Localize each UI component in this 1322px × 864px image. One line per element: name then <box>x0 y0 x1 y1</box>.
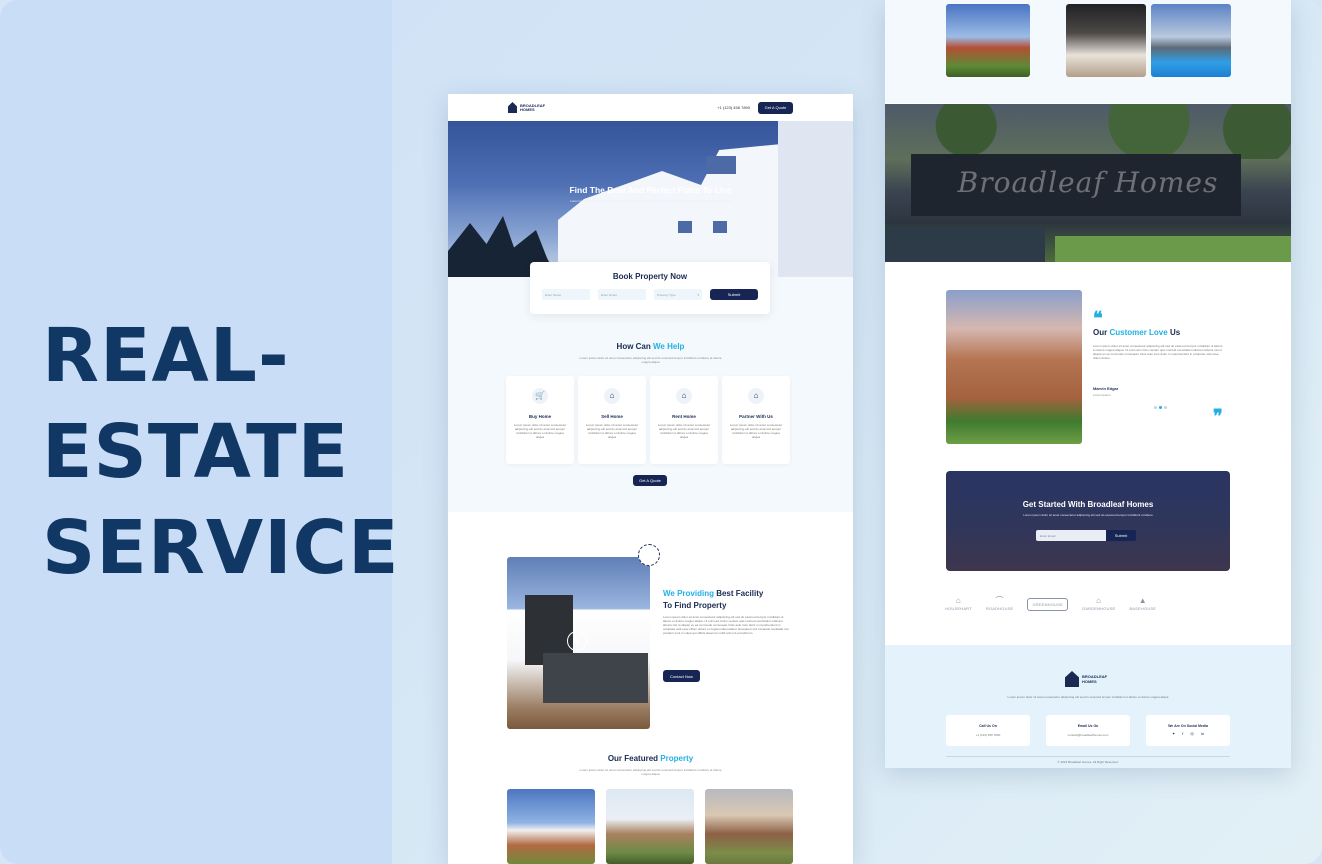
rotating-badge <box>638 544 660 566</box>
house-icon: ⌂ <box>955 596 961 605</box>
name-field[interactable]: Enter Name <box>542 289 590 300</box>
nav-phone[interactable]: +1 (123) 456 7890 <box>717 105 750 110</box>
title-line-3: SERVICE <box>42 505 400 591</box>
sell-home-icon: ⌂ <box>604 388 620 404</box>
property-thumb-2[interactable] <box>1066 4 1146 77</box>
contact-now-button[interactable]: Contact Now <box>663 670 700 682</box>
house-logo-icon <box>508 102 517 113</box>
modern-house-image: ▶ <box>507 557 650 729</box>
linkedin-icon[interactable]: in <box>1201 732 1204 736</box>
property-card-3[interactable] <box>705 789 793 864</box>
email-field[interactable]: Enter Email <box>598 289 646 300</box>
service-desc: Lorem ipsum dolor sit amet consectetur a… <box>513 423 567 439</box>
brand-banner: Broadleaf Homes <box>885 104 1291 262</box>
help-subtitle: Lorem ipsum dolor sit amet consectetur a… <box>579 356 722 364</box>
hero-title: Find The Best And Perfect Place To Live <box>569 185 732 195</box>
cta-subtitle: Lorem ipsum dolor sit amet consectetur a… <box>1023 513 1153 517</box>
partner-logos: ⌂ HOUSEHART ⌒ ROADHOUSE GREENHOUSE ⌂ GARDEN… <box>945 596 1157 612</box>
get-quote-button[interactable]: Get A Quote <box>633 475 667 486</box>
cta-submit-button[interactable]: Submit <box>1106 530 1136 541</box>
service-desc: Lorem ipsum dolor sit amet consectetur a… <box>657 423 711 439</box>
brand-logo-1: ⌂ HOUSEHART <box>945 596 972 612</box>
landing-page-mockup: BROADLEAF HOMES +1 (123) 456 7890 Get A Q… <box>448 94 853 864</box>
footer-description: Lorem ipsum dolor sit amet consectetur a… <box>1007 695 1169 699</box>
featured-subtitle: Lorem ipsum dolor sit amet consectetur a… <box>579 768 722 776</box>
service-card-sell[interactable]: ⌂ Sell Home Lorem ipsum dolor sit amet c… <box>578 376 646 464</box>
property-card-1[interactable] <box>507 789 595 864</box>
hero-subtitle: Lorem ipsum dolor sit amet consectetur a… <box>570 199 731 203</box>
open-quote-icon: ❝ <box>1093 308 1103 329</box>
facebook-icon[interactable]: f <box>1182 732 1183 736</box>
service-title: Rent Home <box>672 414 696 419</box>
testimonial-house-image <box>946 290 1082 444</box>
social-card: We Are On Social Media ✦ f ◎ in <box>1146 715 1230 746</box>
carousel-dots <box>1154 406 1167 409</box>
service-title: Sell Home <box>601 414 623 419</box>
cta-email-input[interactable]: Enter Email <box>1036 530 1106 541</box>
property-type-select[interactable]: Property Type ▾ <box>654 289 702 300</box>
arch-icon: ⌒ <box>995 596 1004 605</box>
testimonial-role: Lorem Ipsum <box>1093 393 1111 397</box>
testimonial-title: Our Customer Love Us <box>1093 328 1181 337</box>
call-card[interactable]: Call Us On +1 (123) 456 7890 <box>946 715 1030 746</box>
footer: BROADLEAF HOMES Lorem ipsum dolor sit ame… <box>885 645 1291 768</box>
play-icon[interactable]: ▶ <box>567 631 587 651</box>
title-line-1: REAL- <box>42 313 290 399</box>
cta-section: Get Started With Broadleaf Homes Lorem i… <box>946 471 1230 571</box>
rent-home-icon: ⌂ <box>676 388 692 404</box>
chevron-down-icon: ▾ <box>697 292 699 297</box>
nav-quote-button[interactable]: Get A Quote <box>758 101 793 114</box>
testimonial-text: Lorem ipsum dolor sit amet consectetur a… <box>1093 344 1223 360</box>
page-title: REAL- ESTATE SERVICE <box>42 308 400 596</box>
property-card-2[interactable] <box>606 789 694 864</box>
brand-logo-4: ⌂ GARDENHOUSE <box>1081 596 1116 612</box>
facility-title: We Providing Best Facility To Find Proper… <box>663 589 764 610</box>
testimonial-name: Marvin Edgar <box>1093 386 1119 391</box>
partner-icon: ⌂ <box>748 388 764 404</box>
booking-form: Book Property Now Enter Name Enter Email… <box>530 262 770 314</box>
navbar: BROADLEAF HOMES +1 (123) 456 7890 Get A Q… <box>448 94 853 121</box>
cart-icon: 🛒 <box>532 388 548 404</box>
close-quote-icon: ❞ <box>1213 406 1223 427</box>
help-title: How Can We Help <box>616 342 685 351</box>
service-card-rent[interactable]: ⌂ Rent Home Lorem ipsum dolor sit amet c… <box>650 376 718 464</box>
service-card-buy[interactable]: 🛒 Buy Home Lorem ipsum dolor sit amet co… <box>506 376 574 464</box>
service-title: Partner With Us <box>739 414 773 419</box>
cta-title: Get Started With Broadleaf Homes <box>1022 500 1154 509</box>
brand-logo-3: GREENHOUSE <box>1027 597 1068 611</box>
hero-section: Find The Best And Perfect Place To Live … <box>448 121 853 277</box>
footer-divider <box>946 756 1230 757</box>
instagram-icon[interactable]: ◎ <box>1190 732 1194 736</box>
carousel-dot-active[interactable] <box>1159 406 1162 409</box>
logo-text-line2: HOMES <box>520 106 535 112</box>
property-thumb-1[interactable] <box>946 4 1030 77</box>
featured-title: Our Featured Property <box>607 754 694 763</box>
booking-submit-button[interactable]: Submit <box>710 289 758 300</box>
service-cards: 🛒 Buy Home Lorem ipsum dolor sit amet co… <box>506 376 790 464</box>
facility-text: Lorem ipsum dolor sit amet consectetur a… <box>663 615 789 635</box>
brand-logo-5: ▲ BASEHOUSE <box>1129 596 1157 612</box>
roof-icon: ▲ <box>1138 596 1147 605</box>
brand-logo[interactable]: BROADLEAF HOMES <box>508 102 545 113</box>
service-desc: Lorem ipsum dolor sit amet consectetur a… <box>585 423 639 439</box>
title-line-2: ESTATE <box>42 409 350 495</box>
email-card[interactable]: Email Us On contact@broadleafhomes.com <box>1046 715 1130 746</box>
service-card-partner[interactable]: ⌂ Partner With Us Lorem ipsum dolor sit … <box>722 376 790 464</box>
footer-logo[interactable]: BROADLEAF HOMES <box>1065 671 1107 687</box>
landing-page-lower-mockup: Broadleaf Homes ❝ Our Customer Love Us L… <box>885 0 1291 768</box>
brand-logo-2: ⌒ ROADHOUSE <box>985 596 1014 612</box>
service-title: Buy Home <box>528 414 552 419</box>
booking-title: Book Property Now <box>612 272 688 281</box>
banner-watermark: Broadleaf Homes <box>957 166 1219 199</box>
twitter-icon[interactable]: ✦ <box>1172 732 1175 736</box>
carousel-dot[interactable] <box>1154 406 1157 409</box>
service-desc: Lorem ipsum dolor sit amet consectetur a… <box>729 423 783 439</box>
house-icon: ⌂ <box>1096 596 1102 605</box>
house-logo-icon <box>1065 671 1079 687</box>
copyright: © 2023 Broadleaf Homes. All Right Reserv… <box>1057 760 1119 764</box>
carousel-dot[interactable] <box>1164 406 1167 409</box>
property-thumb-3[interactable] <box>1151 4 1231 77</box>
